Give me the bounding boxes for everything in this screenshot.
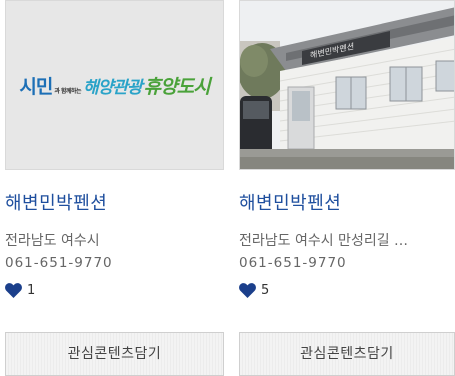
- heart-icon: [5, 282, 22, 298]
- content-card: 해변민박펜션 해변민박펜션 전라남도 여수시 만성리길 … 061-651-97…: [239, 0, 455, 376]
- like-count-value: 1: [27, 282, 36, 298]
- city-logo: 시민 과 함께하는 해양관광 휴양도시: [19, 75, 210, 98]
- card-phone: 061-651-9770: [239, 255, 347, 271]
- heart-icon: [239, 282, 256, 298]
- content-card: 시민 과 함께하는 해양관광 휴양도시 해변민박펜션 전라남도 여수시 061-…: [5, 0, 224, 376]
- card-title[interactable]: 해변민박펜션: [5, 192, 224, 216]
- like-count: 1: [5, 280, 224, 300]
- add-favorite-button[interactable]: 관심콘텐츠담기: [239, 332, 455, 376]
- card-address: 전라남도 여수시: [5, 233, 100, 249]
- add-favorite-button[interactable]: 관심콘텐츠담기: [5, 332, 224, 376]
- card-thumbnail[interactable]: 시민 과 함께하는 해양관광 휴양도시: [5, 0, 224, 170]
- card-address: 전라남도 여수시 만성리길 …: [239, 233, 409, 249]
- pension-building-photo: 해변민박펜션: [240, 1, 454, 169]
- like-count-value: 5: [261, 282, 270, 298]
- card-phone: 061-651-9770: [5, 255, 113, 271]
- card-title[interactable]: 해변민박펜션: [239, 192, 455, 216]
- card-thumbnail[interactable]: 해변민박펜션: [239, 0, 455, 170]
- like-count: 5: [239, 280, 455, 300]
